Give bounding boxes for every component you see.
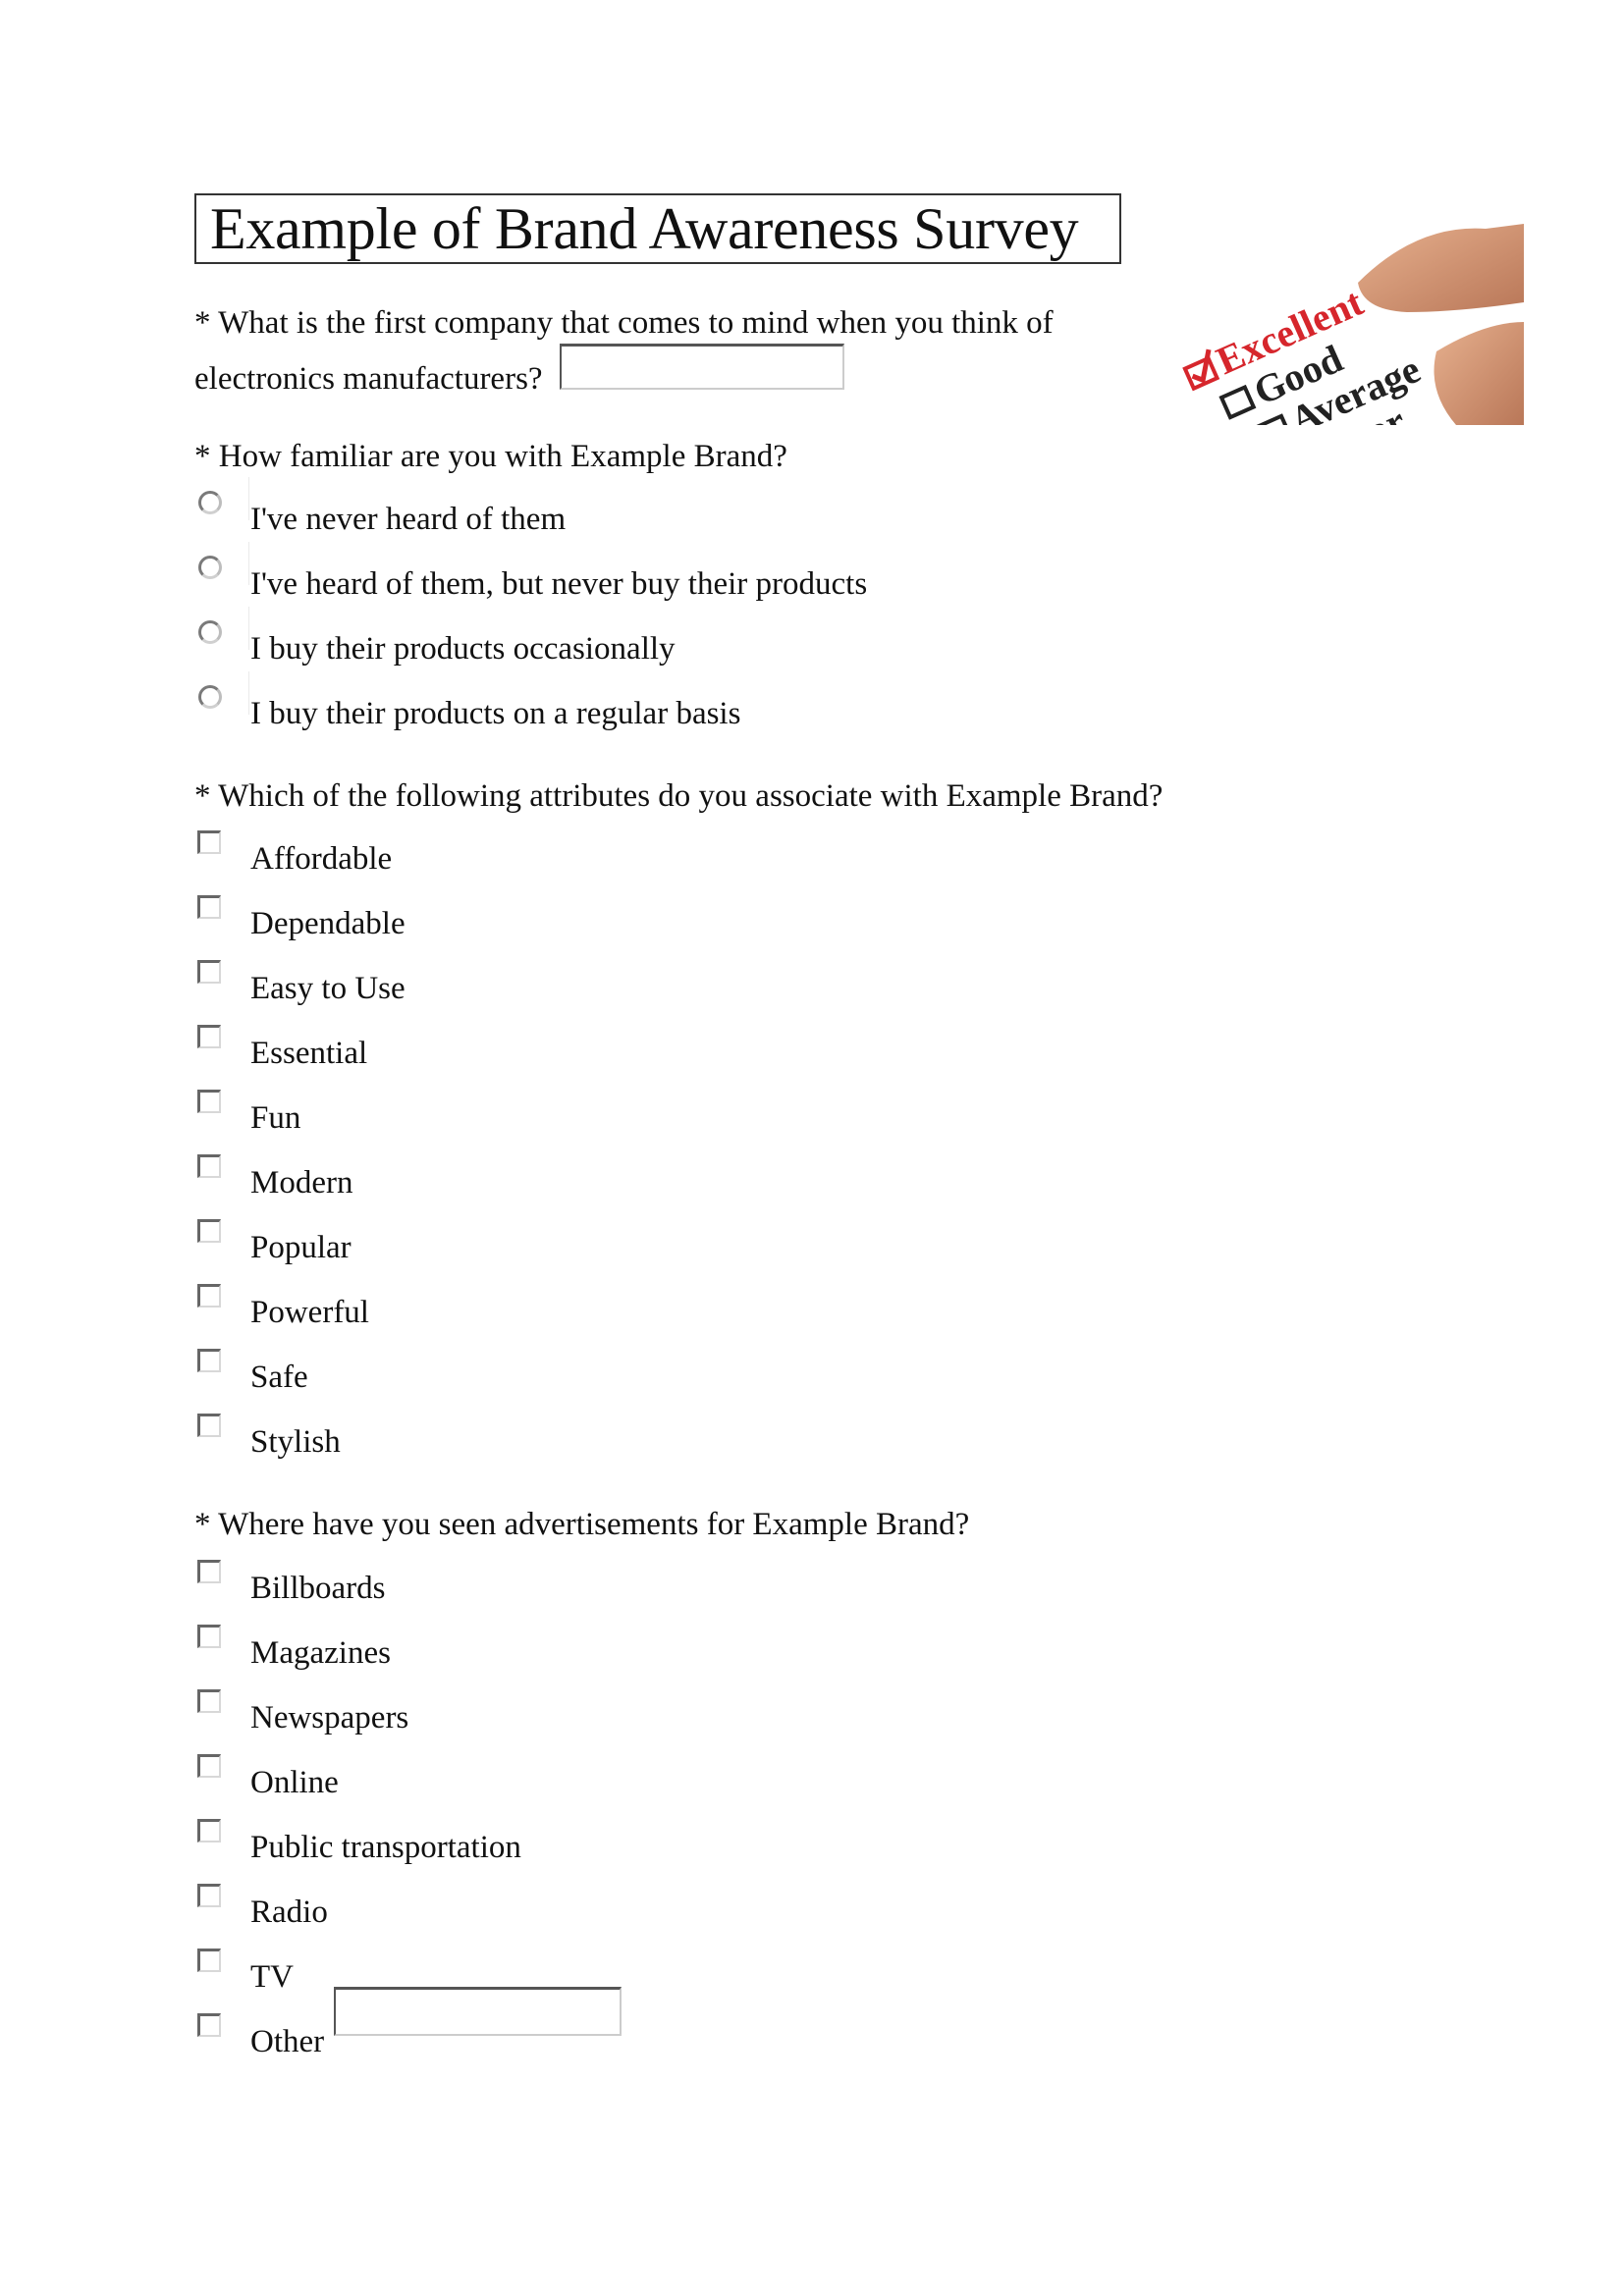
familiarity-option-3[interactable]: [198, 620, 222, 644]
attribute-checkbox-affordable[interactable]: [197, 830, 221, 854]
attribute-label: Easy to Use: [250, 971, 406, 1006]
ad-channel-checkbox-billboards[interactable]: [197, 1560, 221, 1583]
question-1-line-2: electronics manufacturers?: [194, 361, 543, 397]
familiarity-option-2[interactable]: [198, 556, 222, 579]
familiarity-option-4[interactable]: [198, 685, 222, 709]
radio-button[interactable]: [198, 491, 222, 514]
attribute-label: Stylish: [250, 1424, 341, 1460]
familiarity-option-3-label: I buy their products occasionally: [250, 631, 676, 667]
radio-button[interactable]: [198, 556, 222, 579]
question-4-text: * Where have you seen advertisements for…: [194, 1507, 970, 1542]
finger-icon: [1358, 224, 1524, 312]
ad-channel-label: Other: [250, 2024, 325, 2059]
divider: [248, 607, 249, 650]
familiarity-option-2-label: I've heard of them, but never buy their …: [250, 566, 868, 602]
ad-channel-checkbox-public-transportation[interactable]: [197, 1819, 221, 1842]
ad-channel-label: Billboards: [250, 1571, 386, 1606]
familiarity-option-1[interactable]: [198, 491, 222, 514]
attribute-checkbox-popular[interactable]: [197, 1219, 221, 1243]
page-title: Example of Brand Awareness Survey: [210, 196, 1079, 261]
ad-channel-label: Public transportation: [250, 1830, 521, 1865]
ad-channel-checkbox-tv[interactable]: [197, 1949, 221, 1972]
divider: [248, 671, 249, 715]
ad-channel-checkbox-magazines[interactable]: [197, 1625, 221, 1648]
attribute-label: Popular: [250, 1230, 352, 1265]
ad-channel-label: Online: [250, 1765, 339, 1800]
survey-title-box: Example of Brand Awareness Survey: [194, 193, 1121, 264]
attribute-checkbox-fun[interactable]: [197, 1090, 221, 1113]
ad-channel-label: Magazines: [250, 1635, 391, 1671]
familiarity-option-4-label: I buy their products on a regular basis: [250, 696, 741, 731]
attribute-checkbox-stylish[interactable]: [197, 1414, 221, 1437]
attribute-checkbox-safe[interactable]: [197, 1349, 221, 1372]
ad-channel-checkbox-other[interactable]: [197, 2013, 221, 2037]
attribute-label: Powerful: [250, 1295, 369, 1330]
ad-channel-checkbox-online[interactable]: [197, 1754, 221, 1778]
attribute-label: Affordable: [250, 841, 393, 877]
ad-channel-label: Newspapers: [250, 1700, 409, 1735]
checked-box-icon: [1182, 355, 1220, 392]
question-2-text: * How familiar are you with Example Bran…: [194, 439, 787, 474]
ad-channel-checkbox-radio[interactable]: [197, 1884, 221, 1907]
rating-checklist-illustration: Excellent Good Average Poor: [1162, 185, 1524, 425]
ad-channel-checkbox-newspapers[interactable]: [197, 1689, 221, 1713]
question-3-text: * Which of the following attributes do y…: [194, 778, 1164, 814]
attribute-label: Safe: [250, 1360, 308, 1395]
familiarity-option-1-label: I've never heard of them: [250, 502, 567, 537]
thumb-icon: [1434, 322, 1524, 425]
ad-channel-label: Radio: [250, 1895, 328, 1930]
other-channel-input[interactable]: [334, 1987, 622, 2036]
attribute-checkbox-easy-to-use[interactable]: [197, 960, 221, 984]
attribute-checkbox-modern[interactable]: [197, 1154, 221, 1178]
divider: [248, 542, 249, 585]
question-1-line-1: * What is the first company that comes t…: [194, 305, 1054, 341]
attribute-checkbox-powerful[interactable]: [197, 1284, 221, 1308]
attribute-label: Fun: [250, 1100, 301, 1136]
attribute-label: Dependable: [250, 906, 406, 941]
checklist-photo-icon: Excellent Good Average Poor: [1182, 224, 1524, 425]
radio-button[interactable]: [198, 685, 222, 709]
divider: [248, 477, 249, 520]
attribute-label: Essential: [250, 1036, 368, 1071]
radio-button[interactable]: [198, 620, 222, 644]
attribute-checkbox-essential[interactable]: [197, 1025, 221, 1048]
attribute-label: Modern: [250, 1165, 353, 1201]
ad-channel-label: TV: [250, 1959, 294, 1995]
attribute-checkbox-dependable[interactable]: [197, 895, 221, 919]
first-company-input[interactable]: [560, 344, 844, 390]
